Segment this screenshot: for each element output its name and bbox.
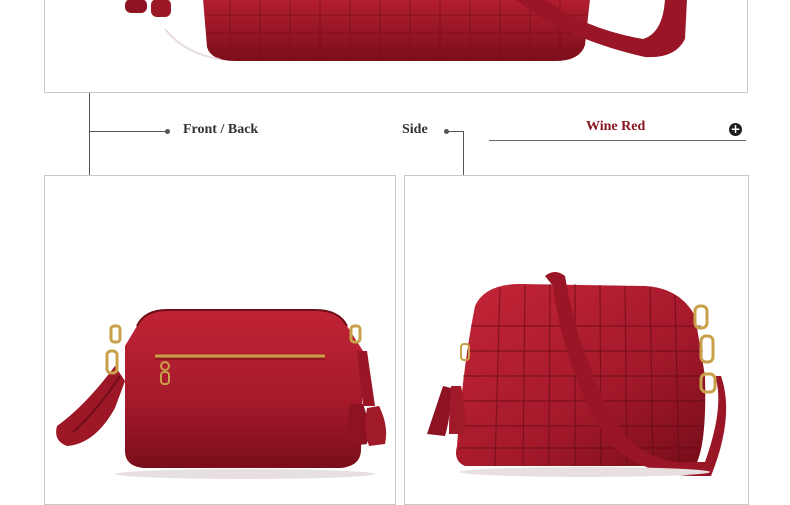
color-option-label: Wine Red — [586, 119, 646, 134]
side-connector-horizontal — [447, 131, 464, 132]
front-connector-dot — [165, 129, 170, 134]
side-label: Side — [402, 122, 428, 137]
front-view-photo — [44, 175, 396, 505]
front-connector-horizontal — [89, 131, 167, 132]
handbag-front-image — [56, 308, 387, 479]
side-view-photo — [404, 175, 749, 505]
plus-circle-icon[interactable]: + — [729, 123, 742, 136]
handbag-top-image — [125, 0, 687, 61]
front-connector-vertical — [89, 93, 90, 175]
side-connector-vertical — [463, 131, 464, 175]
front-back-label: Front / Back — [183, 122, 259, 137]
color-option-divider — [489, 140, 746, 141]
handbag-side-image — [427, 272, 727, 477]
top-product-photo — [44, 0, 748, 93]
